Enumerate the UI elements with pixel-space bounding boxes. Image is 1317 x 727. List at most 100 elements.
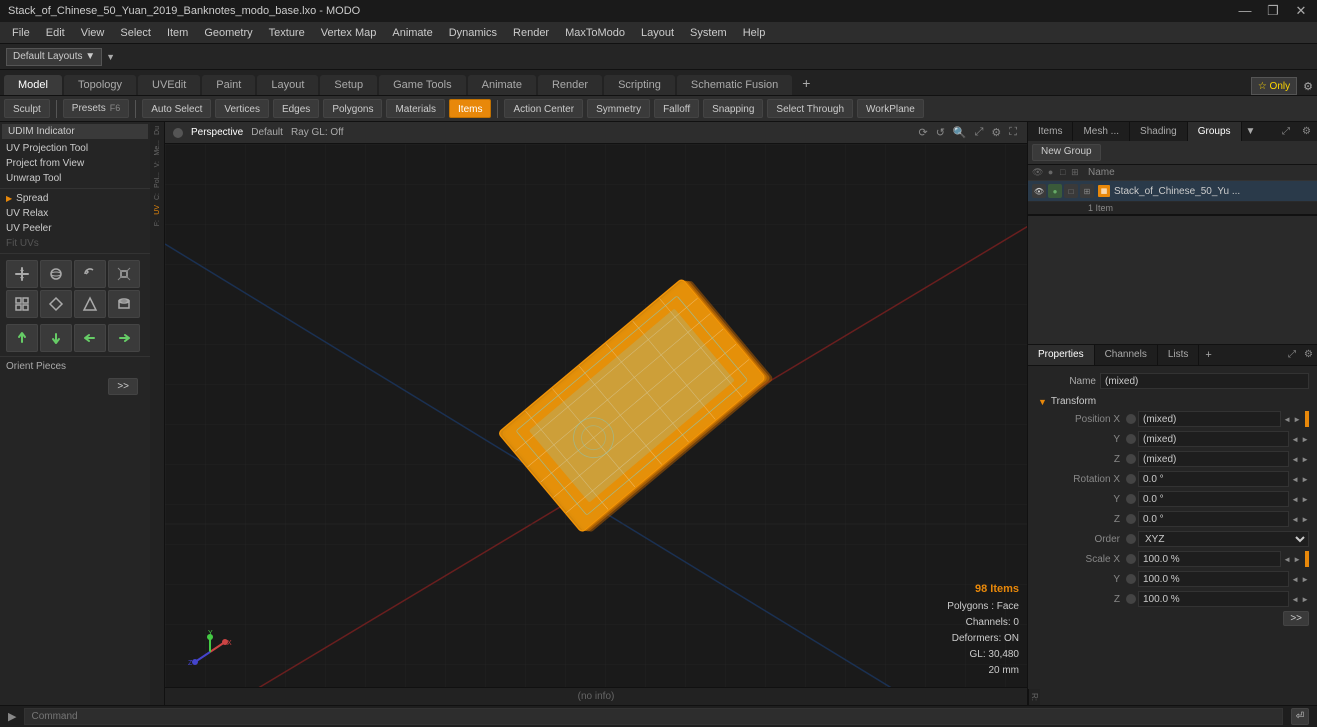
rp-tab-mesh[interactable]: Mesh ... — [1073, 122, 1130, 141]
position-y-input[interactable] — [1138, 431, 1289, 447]
items-btn[interactable]: Items — [449, 99, 491, 118]
rp-btab-expand-icon[interactable]: ⤢ — [1284, 345, 1300, 365]
rotation-y-dot[interactable] — [1126, 494, 1136, 504]
rotation-y-arrow-r[interactable]: ► — [1301, 495, 1309, 504]
position-z-arrow-r[interactable]: ► — [1301, 455, 1309, 464]
order-dot[interactable] — [1126, 534, 1136, 544]
rp-btab-add[interactable]: + — [1199, 345, 1217, 365]
vp-expand-icon[interactable]: ⤢ — [973, 126, 986, 139]
presets-btn[interactable]: Presets F6 — [63, 99, 129, 118]
position-x-arrow-r[interactable]: ► — [1293, 415, 1301, 424]
tab-topology[interactable]: Topology — [64, 75, 136, 95]
tab-schematic[interactable]: Schematic Fusion — [677, 75, 792, 95]
uv-peeler-tool[interactable]: UV Peeler — [0, 221, 150, 236]
position-x-dot[interactable] — [1126, 414, 1136, 424]
order-select[interactable]: XYZ XZY YXZ YZX ZXY ZYX — [1138, 531, 1309, 547]
viewport-canvas[interactable]: X Y Z 98 Items Polygons : Face Channels:… — [165, 144, 1027, 687]
menu-item[interactable]: Item — [159, 25, 196, 41]
triangle-icon[interactable] — [74, 290, 106, 318]
tab-layout[interactable]: Layout — [257, 75, 318, 95]
menu-maxtomodo[interactable]: MaxToModo — [557, 25, 633, 41]
position-z-dot[interactable] — [1126, 454, 1136, 464]
workplane-btn[interactable]: WorkPlane — [857, 99, 924, 118]
position-x-input[interactable] — [1138, 411, 1281, 427]
rotation-z-dot[interactable] — [1126, 514, 1136, 524]
viewport-shading[interactable]: Default — [251, 127, 283, 138]
more-tools-btn[interactable]: >> — [108, 378, 138, 395]
project-from-view[interactable]: Project from View — [0, 156, 150, 171]
rotation-x-dot[interactable] — [1126, 474, 1136, 484]
scale-y-arrow-l[interactable]: ◄ — [1291, 575, 1299, 584]
viewport-raygl[interactable]: Ray GL: Off — [291, 127, 344, 138]
left-arrow-icon[interactable] — [74, 324, 106, 352]
scale-x-arrow-l[interactable]: ◄ — [1283, 555, 1291, 564]
new-group-btn[interactable]: New Group — [1032, 144, 1101, 161]
rotation-y-input[interactable] — [1138, 491, 1289, 507]
tab-paint[interactable]: Paint — [202, 75, 255, 95]
rp-settings-icon[interactable]: ⚙ — [1296, 122, 1317, 141]
cylinder-icon[interactable] — [108, 290, 140, 318]
edges-btn[interactable]: Edges — [273, 99, 319, 118]
menu-dynamics[interactable]: Dynamics — [441, 25, 505, 41]
spread-tool[interactable]: ▶ Spread — [0, 191, 150, 206]
minimize-btn[interactable]: — — [1237, 3, 1253, 19]
diamond-icon[interactable] — [40, 290, 72, 318]
item-lock-icon[interactable]: □ — [1064, 184, 1078, 198]
move-icon[interactable] — [6, 260, 38, 288]
rp-btab-properties[interactable]: Properties — [1028, 345, 1095, 365]
only-btn[interactable]: ☆ Only — [1251, 77, 1297, 95]
rotation-z-input[interactable] — [1138, 511, 1289, 527]
scale-x-dot[interactable] — [1126, 554, 1136, 564]
rotation-x-input[interactable] — [1138, 471, 1289, 487]
tab-render[interactable]: Render — [538, 75, 602, 95]
polygons-btn[interactable]: Polygons — [323, 99, 382, 118]
command-input[interactable] — [24, 708, 1283, 725]
menu-geometry[interactable]: Geometry — [196, 25, 260, 41]
rotation-z-arrow-l[interactable]: ◄ — [1291, 515, 1299, 524]
scale-x-arrow-r[interactable]: ► — [1293, 555, 1301, 564]
vp-refresh-icon[interactable]: ↺ — [934, 126, 947, 139]
rp-item-row-stack[interactable]: 👁 ● □ ⊞ ▦ Stack_of_Chinese_50_Yu ... — [1028, 181, 1317, 202]
materials-btn[interactable]: Materials — [386, 99, 445, 118]
action-center-btn[interactable]: Action Center — [504, 99, 583, 118]
down-arrow-icon[interactable] — [40, 324, 72, 352]
menu-file[interactable]: File — [4, 25, 38, 41]
layout-dropdown-icon[interactable]: ▼ — [106, 52, 115, 62]
uv-projection-tool[interactable]: UV Projection Tool — [0, 141, 150, 156]
viewport-projection[interactable]: Perspective — [191, 127, 243, 138]
falloff-btn[interactable]: Falloff — [654, 99, 699, 118]
lss-c[interactable]: C: — [154, 191, 161, 202]
vp-rotate-icon[interactable]: ⟳ — [916, 126, 929, 139]
rp-btab-channels[interactable]: Channels — [1095, 345, 1158, 365]
vertices-btn[interactable]: Vertices — [215, 99, 269, 118]
lss-pol[interactable]: Pol... — [154, 170, 161, 190]
menu-system[interactable]: System — [682, 25, 735, 41]
auto-select-btn[interactable]: Auto Select — [142, 99, 211, 118]
scale-z-arrow-l[interactable]: ◄ — [1291, 595, 1299, 604]
scale-icon[interactable] — [108, 260, 140, 288]
menu-select[interactable]: Select — [112, 25, 159, 41]
rp-tab-items[interactable]: Items — [1028, 122, 1073, 141]
rotation-z-arrow-r[interactable]: ► — [1301, 515, 1309, 524]
uv-relax-tool[interactable]: UV Relax — [0, 206, 150, 221]
tab-setup[interactable]: Setup — [320, 75, 377, 95]
up-arrow-icon[interactable] — [6, 324, 38, 352]
menu-view[interactable]: View — [73, 25, 113, 41]
settings-icon[interactable]: ⚙ — [1303, 80, 1313, 93]
fit-uvs-tool[interactable]: Fit UVs — [0, 236, 150, 251]
rp-tab-groups[interactable]: Groups — [1188, 122, 1242, 141]
maximize-btn[interactable]: ❐ — [1265, 3, 1281, 19]
select-through-btn[interactable]: Select Through — [767, 99, 853, 118]
menu-vertexmap[interactable]: Vertex Map — [313, 25, 385, 41]
lss-v[interactable]: V: — [154, 159, 161, 169]
rotation-x-arrow-l[interactable]: ◄ — [1291, 475, 1299, 484]
scale-z-dot[interactable] — [1126, 594, 1136, 604]
position-z-arrow-l[interactable]: ◄ — [1291, 455, 1299, 464]
scale-y-arrow-r[interactable]: ► — [1301, 575, 1309, 584]
lss-f[interactable]: F: — [154, 218, 161, 228]
r-side-tab-1[interactable]: R: — [1029, 689, 1040, 705]
item-mesh-icon[interactable]: ⊞ — [1080, 184, 1094, 198]
right-arrow-icon[interactable] — [108, 324, 140, 352]
lss-du[interactable]: Du — [154, 124, 161, 137]
symmetry-btn[interactable]: Symmetry — [587, 99, 650, 118]
